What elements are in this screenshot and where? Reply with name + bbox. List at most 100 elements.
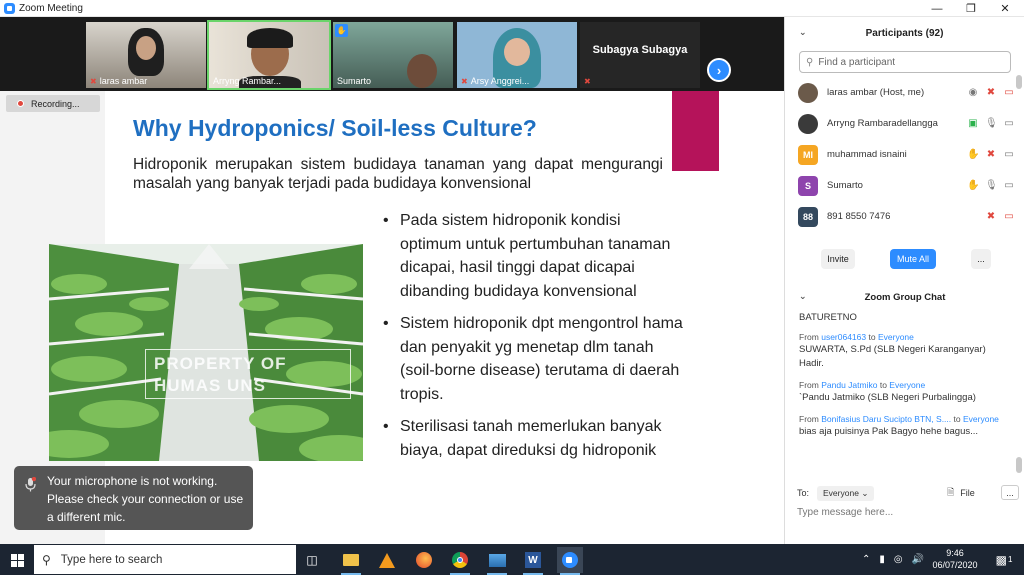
notification-count: 1	[1007, 555, 1013, 564]
windows-logo-icon	[10, 553, 24, 567]
chevron-down-icon[interactable]: ⌄	[799, 27, 807, 38]
taskbar: ⚲ Type here to search ◫ W ⌃ ▮ ◎ 🔊 9:46 0…	[0, 544, 1024, 575]
zoom-taskbar-icon[interactable]	[557, 547, 583, 575]
notification-button[interactable]: ▩ 1	[992, 544, 1016, 575]
participant-name: Sumarto	[827, 180, 863, 191]
next-page-button[interactable]: ›	[707, 58, 731, 82]
video-tile[interactable]: ✋ Sumarto	[333, 22, 453, 88]
to-label: to	[868, 332, 876, 342]
participant-scrollbar[interactable]	[1016, 75, 1022, 89]
chat-messages: BATURETNO From user064163 to Everyone SU…	[799, 311, 1011, 471]
participant-search-input[interactable]: ⚲ Find a participant	[799, 51, 1011, 73]
firefox-icon[interactable]	[411, 547, 437, 573]
muted-mic-icon: ✖	[584, 77, 591, 86]
participant-row[interactable]: MI muhammad isnaini ✋ ✖ ▭	[785, 139, 1017, 170]
video-icon: ▭	[1004, 180, 1014, 191]
mute-all-button[interactable]: Mute All	[890, 249, 936, 269]
raised-hand-icon: ✋	[335, 24, 348, 37]
video-tile[interactable]: ✖ laras ambar	[86, 22, 206, 88]
video-strip: ✖ laras ambar Arryng Rambar... ✋ Sumarto …	[0, 17, 784, 91]
notification-icon: ▩	[995, 552, 1007, 567]
recipient-link[interactable]: Everyone	[889, 380, 925, 390]
recording-indicator[interactable]: Recording...	[6, 95, 100, 112]
battery-icon[interactable]: ▮	[879, 554, 885, 565]
mic-icon: 🎙	[985, 180, 998, 191]
participant-row[interactable]: 88 891 8550 7476 ✖ ▭	[785, 201, 1017, 232]
more-options-button[interactable]: ...	[971, 249, 991, 269]
recipient-link[interactable]: Everyone	[963, 414, 999, 424]
chat-title: Zoom Group Chat	[864, 291, 946, 303]
participant-row[interactable]: laras ambar (Host, me) ◉ ✖ ▭	[785, 77, 1017, 108]
sender-link[interactable]: Pandu Jatmiko	[821, 380, 877, 390]
tile-name: laras ambar	[99, 76, 148, 86]
raised-hand-icon: ✋	[967, 149, 980, 160]
greenhouse-photo: PROPERTY OF HUMAS UNS	[49, 244, 363, 461]
chat-message: From Pandu Jatmiko to Everyone `Pandu Ja…	[799, 379, 1011, 405]
volume-icon[interactable]: 🔊	[912, 554, 924, 565]
avatar: 88	[798, 206, 818, 227]
search-placeholder: Find a participant	[818, 56, 896, 68]
watermark: PROPERTY OF HUMAS UNS	[145, 349, 351, 399]
from-label: From	[799, 380, 819, 390]
participant-row[interactable]: Arryng Rambaradellangga ▣ 🎙 ▭	[785, 108, 1017, 139]
clock[interactable]: 9:46 06/07/2020	[930, 547, 980, 571]
message-text: SUWARTA, S.Pd (SLB Negeri Karanganyar) H…	[799, 344, 986, 369]
mic-icon: 🎙	[985, 118, 998, 129]
to-label: To:	[797, 488, 810, 498]
search-icon: ⚲	[42, 552, 51, 567]
file-explorer-icon[interactable]	[338, 547, 364, 575]
file-icon: 🗎	[947, 487, 955, 497]
chat-recipient-row: To: Everyone ⌄ 🗎 File ...	[797, 485, 1019, 501]
to-label: to	[953, 414, 961, 424]
mic-warning-toast: Your microphone is not working. Please c…	[14, 466, 253, 530]
task-view-icon[interactable]: ◫	[299, 547, 325, 573]
raised-hand-icon: ✋	[967, 180, 980, 191]
muted-mic-icon: ✖	[986, 149, 996, 160]
bullet-item: Sterilisasi tanah memerlukan banyak biay…	[383, 415, 683, 462]
wifi-icon[interactable]: ◎	[894, 554, 903, 565]
chrome-icon[interactable]	[447, 547, 473, 575]
invite-button[interactable]: Invite	[821, 249, 855, 269]
muted-mic-icon: ✖	[986, 87, 996, 98]
avatar	[798, 82, 818, 103]
chevron-up-icon[interactable]: ⌃	[862, 554, 870, 565]
video-tile[interactable]: ✖ Arsy Anggrei...	[457, 22, 577, 88]
taskbar-search-input[interactable]: ⚲ Type here to search	[34, 545, 296, 574]
record-icon	[17, 100, 24, 107]
chevron-down-icon[interactable]: ⌄	[799, 291, 807, 302]
participant-name: 891 8550 7476	[827, 211, 891, 222]
chat-text-partial: BATURETNO	[799, 312, 857, 323]
side-panel: ⌄ Participants (92) ⚲ Find a participant…	[784, 17, 1024, 544]
toast-message: Your microphone is not working. Please c…	[47, 474, 244, 524]
windows-start-button[interactable]	[4, 547, 30, 573]
slide-title: Why Hydroponics/ Soil-less Culture?	[133, 115, 537, 141]
microphone-warning-icon	[25, 477, 36, 492]
maximize-button[interactable]: ❐	[954, 0, 988, 17]
sender-link[interactable]: user064163	[821, 332, 866, 342]
vlc-icon[interactable]	[374, 547, 400, 573]
slide-intro: Hidroponik merupakan sistem budidaya tan…	[133, 156, 663, 192]
video-tile-active-speaker[interactable]: Arryng Rambar...	[207, 20, 331, 90]
from-label: From	[799, 414, 819, 424]
recipient-link[interactable]: Everyone	[878, 332, 914, 342]
chat-more-button[interactable]: ...	[1001, 485, 1019, 500]
video-off-icon: ▭	[1004, 87, 1014, 98]
slide-accent-bar	[672, 91, 719, 171]
file-button[interactable]: 🗎 File	[947, 485, 975, 501]
participant-row-partial[interactable]	[785, 232, 1017, 239]
word-icon[interactable]: W	[520, 547, 546, 575]
chat-input[interactable]: Type message here...	[797, 507, 893, 518]
minimize-button[interactable]: —	[920, 0, 954, 17]
chat-message: From user064163 to Everyone SUWARTA, S.P…	[799, 331, 1011, 371]
bullet-item: Pada sistem hidroponik kondisi optimum u…	[383, 209, 683, 303]
close-button[interactable]: ✕	[988, 0, 1022, 17]
recipient-select[interactable]: Everyone ⌄	[817, 485, 875, 501]
recipient-value: Everyone	[823, 488, 859, 498]
video-tile[interactable]: Subagya Subagya ✖	[580, 22, 700, 88]
chat-scrollbar[interactable]	[1016, 457, 1022, 473]
photos-icon[interactable]	[484, 547, 510, 575]
avatar: S	[798, 175, 818, 196]
sender-link[interactable]: Bonifasius Daru Sucipto BTN, S....	[821, 414, 951, 424]
tile-name: Arryng Rambar...	[213, 76, 282, 86]
participant-row[interactable]: S Sumarto ✋ 🎙 ▭	[785, 170, 1017, 201]
